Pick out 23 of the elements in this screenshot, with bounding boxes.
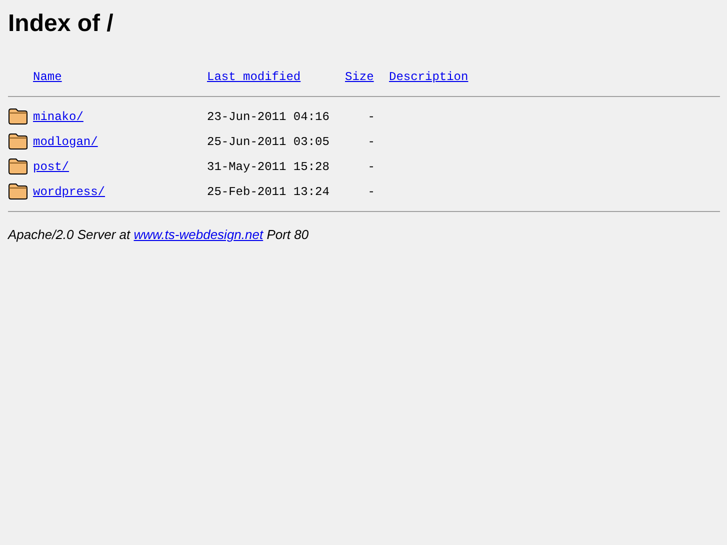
server-link[interactable]: www.ts-webdesign.net xyxy=(134,227,264,242)
file-size: - xyxy=(368,134,375,148)
column-header-link[interactable]: Name xyxy=(33,70,62,84)
modified-date: 31-May-2011 15:28 xyxy=(207,160,330,174)
folder-icon xyxy=(8,183,28,200)
modified-date: 23-Jun-2011 04:16 xyxy=(207,110,330,124)
folder-link[interactable]: minako/ xyxy=(33,110,84,124)
file-size: - xyxy=(368,184,375,198)
column-header-link[interactable]: Size xyxy=(345,70,374,84)
file-size: - xyxy=(368,110,375,124)
modified-date: 25-Jun-2011 03:05 xyxy=(207,134,330,148)
folder-icon xyxy=(8,158,28,175)
folder-link[interactable]: post/ xyxy=(33,160,70,174)
server-signature: Apache/2.0 Server at www.ts-webdesign.net Port 80 xyxy=(8,227,309,242)
page-title: Index of / xyxy=(8,9,114,39)
folder-icon xyxy=(8,133,28,150)
modified-date: 25-Feb-2011 13:24 xyxy=(207,184,330,198)
folder-link[interactable]: wordpress/ xyxy=(33,184,106,198)
column-header-link[interactable]: Last modified xyxy=(207,70,301,84)
column-header-link[interactable]: Description xyxy=(389,70,468,84)
folder-link[interactable]: modlogan/ xyxy=(33,134,98,148)
folder-icon xyxy=(8,108,28,125)
file-size: - xyxy=(368,160,375,174)
